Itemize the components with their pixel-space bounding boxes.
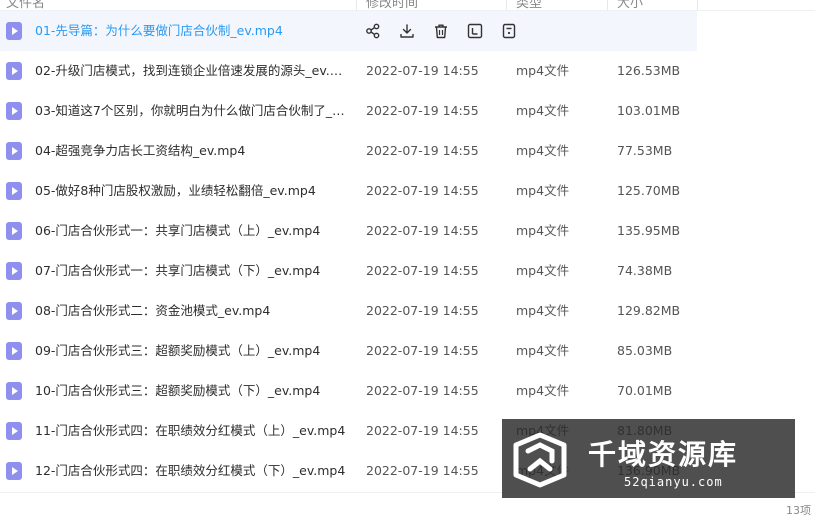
file-name[interactable]: 09-门店合伙形式三：超额奖励模式（上）_ev.mp4 [35,331,347,371]
item-count: 13项 [786,504,811,517]
more-icon[interactable] [500,22,518,40]
file-name[interactable]: 10-门店合伙形式三：超额奖励模式（下）_ev.mp4 [35,371,347,411]
video-file-icon [6,382,22,400]
file-modified-date: 2022-07-19 14:55 [366,303,479,318]
watermark-title: 千域资源库 [588,438,739,471]
file-list-window: 文件名 修改时间 类型 大小 01-先导篇：为什么要做门店合伙制_ev.mp4 0… [0,0,815,519]
file-modified-date: 2022-07-19 14:55 [366,223,479,238]
file-type: mp4文件 [516,223,570,238]
file-name[interactable]: 04-超强竞争力店长工资结构_ev.mp4 [35,131,347,171]
watermark-logo-icon [513,432,567,488]
file-type: mp4文件 [516,303,570,318]
file-size: 125.70MB [617,183,681,198]
file-type: mp4文件 [516,143,570,158]
file-modified-date: 2022-07-19 14:55 [366,143,479,158]
file-name[interactable]: 05-做好8种门店股权激励，业绩轻松翻倍_ev.mp4 [35,171,347,211]
file-size: 129.82MB [617,303,681,318]
column-divider[interactable] [506,0,507,10]
column-header-type[interactable]: 类型 [516,0,542,10]
file-name[interactable]: 03-知道这7个区别，你就明白为什么做门店合伙制了_ev.... [35,91,347,131]
file-name[interactable]: 02-升级门店模式，找到连锁企业倍速发展的源头_ev.mp4 [35,51,347,91]
delete-icon[interactable] [432,22,450,40]
file-modified-date: 2022-07-19 14:55 [366,103,479,118]
file-row[interactable]: 07-门店合伙形式一：共享门店模式（下）_ev.mp4 2022-07-19 14… [0,251,815,291]
file-row[interactable]: 09-门店合伙形式三：超额奖励模式（上）_ev.mp4 2022-07-19 14… [0,331,815,371]
file-modified-date: 2022-07-19 14:55 [366,463,479,478]
rename-icon[interactable] [466,22,484,40]
file-type: mp4文件 [516,383,570,398]
video-file-icon [6,182,22,200]
column-header: 文件名 修改时间 类型 大小 [0,0,815,11]
video-file-icon [6,262,22,280]
file-name[interactable]: 12-门店合伙形式四：在职绩效分红模式（下）_ev.mp4 [35,451,347,491]
video-file-icon [6,462,22,480]
file-modified-date: 2022-07-19 14:55 [366,343,479,358]
file-size: 103.01MB [617,103,681,118]
file-name[interactable]: 08-门店合伙形式二：资金池模式_ev.mp4 [35,291,347,331]
file-size: 77.53MB [617,143,673,158]
file-row[interactable]: 04-超强竞争力店长工资结构_ev.mp4 2022-07-19 14:55 mp4… [0,131,815,171]
file-row[interactable]: 08-门店合伙形式二：资金池模式_ev.mp4 2022-07-19 14:55 m… [0,291,815,331]
file-modified-date: 2022-07-19 14:55 [366,263,479,278]
file-row[interactable]: 05-做好8种门店股权激励，业绩轻松翻倍_ev.mp4 2022-07-19 14… [0,171,815,211]
file-type: mp4文件 [516,263,570,278]
file-size: 85.03MB [617,343,673,358]
video-file-icon [6,22,22,40]
file-type: mp4文件 [516,63,570,78]
file-name[interactable]: 07-门店合伙形式一：共享门店模式（下）_ev.mp4 [35,251,347,291]
column-divider[interactable] [607,0,608,10]
file-type: mp4文件 [516,343,570,358]
file-size: 135.95MB [617,223,681,238]
file-row[interactable]: 01-先导篇：为什么要做门店合伙制_ev.mp4 [0,11,815,51]
file-type: mp4文件 [516,183,570,198]
column-divider[interactable] [697,0,698,10]
video-file-icon [6,62,22,80]
file-row[interactable]: 02-升级门店模式，找到连锁企业倍速发展的源头_ev.mp4 2022-07-19… [0,51,815,91]
column-header-size[interactable]: 大小 [617,0,643,10]
video-file-icon [6,142,22,160]
file-row[interactable]: 03-知道这7个区别，你就明白为什么做门店合伙制了_ev.... 2022-07-… [0,91,815,131]
file-modified-date: 2022-07-19 14:55 [366,63,479,78]
column-header-name[interactable]: 文件名 [6,0,45,10]
file-name[interactable]: 06-门店合伙形式一：共享门店模式（上）_ev.mp4 [35,211,347,251]
file-size: 126.53MB [617,63,681,78]
file-row[interactable]: 06-门店合伙形式一：共享门店模式（上）_ev.mp4 2022-07-19 14… [0,211,815,251]
share-icon[interactable] [364,22,382,40]
video-file-icon [6,422,22,440]
video-file-icon [6,222,22,240]
column-header-date[interactable]: 修改时间 [366,0,418,10]
file-name[interactable]: 01-先导篇：为什么要做门店合伙制_ev.mp4 [35,11,347,51]
file-size: 74.38MB [617,263,673,278]
download-icon[interactable] [398,22,416,40]
video-file-icon [6,102,22,120]
file-name[interactable]: 11-门店合伙形式四：在职绩效分红模式（上）_ev.mp4 [35,411,347,451]
watermark: 千域资源库 52qianyu.com [502,419,795,498]
file-modified-date: 2022-07-19 14:55 [366,423,479,438]
file-modified-date: 2022-07-19 14:55 [366,383,479,398]
watermark-url: 52qianyu.com [624,475,723,489]
file-row[interactable]: 10-门店合伙形式三：超额奖励模式（下）_ev.mp4 2022-07-19 14… [0,371,815,411]
video-file-icon [6,342,22,360]
file-type: mp4文件 [516,103,570,118]
file-modified-date: 2022-07-19 14:55 [366,183,479,198]
video-file-icon [6,302,22,320]
column-divider[interactable] [356,0,357,10]
file-size: 70.01MB [617,383,673,398]
